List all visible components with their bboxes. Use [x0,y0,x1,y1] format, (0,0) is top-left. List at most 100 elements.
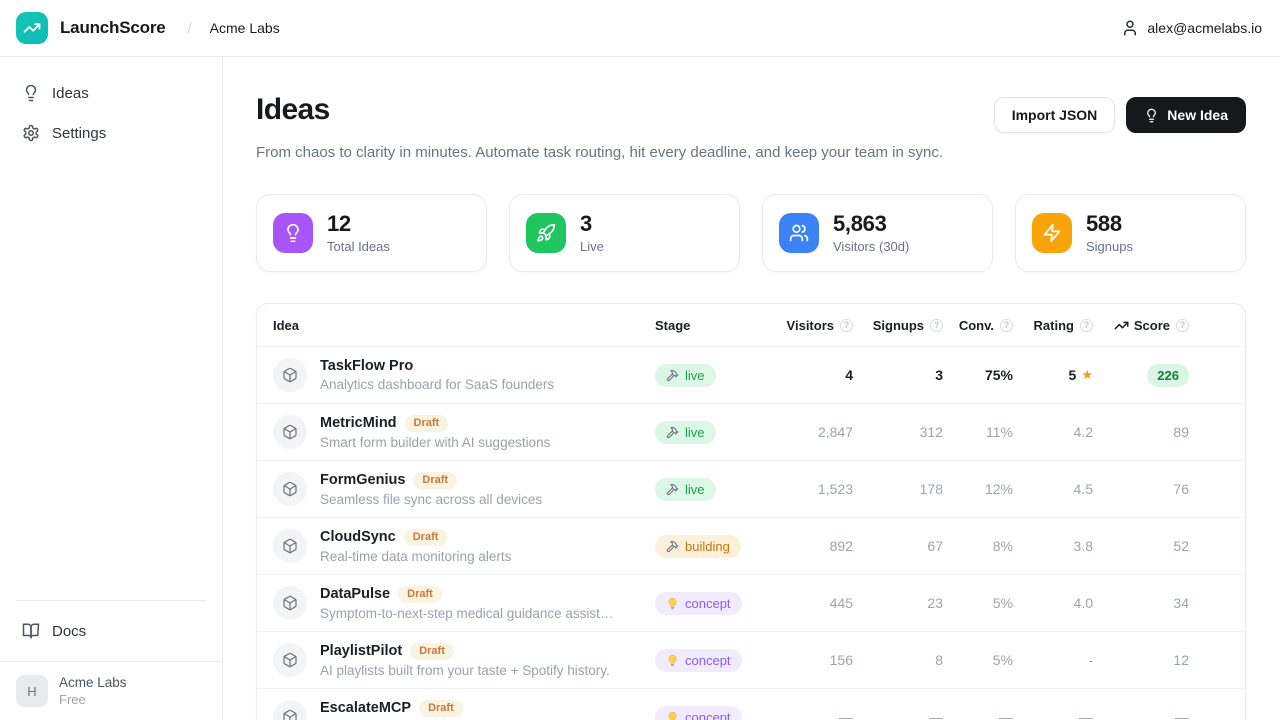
import-json-button[interactable]: Import JSON [994,97,1116,133]
cell-conv: 5% [943,595,1013,611]
gear-icon [22,124,40,142]
draft-badge: Draft [404,529,448,546]
score-value: 52 [1173,538,1189,554]
book-icon [22,622,40,640]
score-value: — [1175,709,1189,720]
stage-label: building [685,539,730,554]
cell-rating: 3.8 [1013,538,1093,554]
cell-conv: 75% [943,367,1013,383]
org-plan-badge: Free [59,692,127,707]
account-menu[interactable]: alex@acmelabs.io [1121,19,1262,37]
score-value: 76 [1173,481,1189,497]
top-bar: LaunchScore / Acme Labs alex@acmelabs.io [0,0,1280,57]
draft-badge: Draft [413,472,457,489]
help-icon[interactable]: ? [840,319,853,332]
cell-rating: - [1013,652,1093,668]
new-idea-button[interactable]: New Idea [1126,97,1246,133]
table-header-row: Idea Stage Visitors? Signups? Conv.? Rat… [257,304,1245,346]
stage-icon [666,426,679,439]
breadcrumb-separator: / [188,20,192,37]
cell-signups: 3 [853,367,943,383]
user-email: alex@acmelabs.io [1147,20,1262,36]
stage-icon [666,369,679,382]
stat-icon-box [273,213,313,253]
lightbulb-icon [22,84,40,102]
cell-visitors: 156 [763,652,853,668]
stats-row: 12 Total Ideas 3 Live 5,863 Visitors (30… [256,194,1246,272]
new-idea-label: New Idea [1167,107,1228,123]
stat-label: Signups [1086,239,1133,254]
table-row[interactable]: EscalateMCP Draft Escalate unsolved codi… [257,688,1245,720]
stage-badge: live [655,421,716,444]
cell-conv: — [943,709,1013,720]
cell-score: 226 [1093,364,1189,387]
table-row[interactable]: PlaylistPilot Draft AI playlists built f… [257,631,1245,688]
score-value: 89 [1173,424,1189,440]
idea-name: FormGenius [320,472,405,488]
lightbulb-icon [1144,108,1159,123]
cell-score: 52 [1093,538,1189,554]
idea-description: AI playlists built from your taste + Spo… [320,663,610,678]
stage-icon [666,540,679,553]
stat-icon [789,223,809,243]
stat-value: 588 [1086,212,1133,236]
draft-badge: Draft [398,586,442,603]
stage-badge: building [655,535,741,558]
sidebar-item-ideas[interactable]: Ideas [12,75,210,111]
sidebar-item-settings[interactable]: Settings [12,115,210,151]
table-row[interactable]: MetricMind Draft Smart form builder with… [257,403,1245,460]
table-row[interactable]: FormGenius Draft Seamless file sync acro… [257,460,1245,517]
package-icon [273,358,307,392]
cell-score: 89 [1093,424,1189,440]
cell-visitors: 4 [763,367,853,383]
stage-badge: live [655,478,716,501]
column-header-stage: Stage [655,318,763,333]
stage-icon [666,711,679,720]
cell-conv: 8% [943,538,1013,554]
cell-score: 76 [1093,481,1189,497]
column-header-signups: Signups? [853,318,943,333]
cell-signups: 23 [853,595,943,611]
idea-name: CloudSync [320,529,396,545]
help-icon[interactable]: ? [1080,319,1093,332]
stage-badge: concept [655,706,742,720]
cell-signups: 312 [853,424,943,440]
cell-conv: 11% [943,424,1013,440]
stat-card: 12 Total Ideas [256,194,487,272]
idea-name: MetricMind [320,415,397,431]
help-icon[interactable]: ? [1000,319,1013,332]
score-value: 226 [1147,364,1189,387]
cell-visitors: 892 [763,538,853,554]
sidebar-item-docs[interactable]: Docs [12,613,210,649]
rating-value: 4.5 [1074,481,1093,497]
draft-badge: Draft [410,643,454,660]
stat-card: 3 Live [509,194,740,272]
org-avatar: H [16,675,48,707]
idea-description: Analytics dashboard for SaaS founders [320,377,554,392]
stat-value: 5,863 [833,212,909,236]
app-logo[interactable] [16,12,48,44]
idea-name: DataPulse [320,586,390,602]
breadcrumb-workspace[interactable]: Acme Labs [210,20,280,36]
stage-icon [666,654,679,667]
table-row[interactable]: CloudSync Draft Real-time data monitorin… [257,517,1245,574]
cell-signups: 178 [853,481,943,497]
rating-value: 3.8 [1074,538,1093,554]
page-subtitle: From chaos to clarity in minutes. Automa… [256,144,1246,161]
stat-icon [283,223,303,243]
help-icon[interactable]: ? [1176,319,1189,332]
table-row[interactable]: DataPulse Draft Symptom-to-next-step med… [257,574,1245,631]
table-row[interactable]: TaskFlow Pro Analytics dashboard for Saa… [257,346,1245,403]
trending-up-icon [23,19,41,37]
rating-value: 4.0 [1074,595,1093,611]
org-switcher[interactable]: H Acme Labs Free [0,661,222,720]
score-value: 34 [1173,595,1189,611]
idea-name: EscalateMCP [320,700,411,716]
sidebar-item-label: Docs [52,623,86,640]
idea-description: Real-time data monitoring alerts [320,549,511,564]
stat-icon [1042,223,1062,243]
package-icon [273,529,307,563]
cell-visitors: — [763,709,853,720]
help-icon[interactable]: ? [930,319,943,332]
stat-icon [536,223,556,243]
